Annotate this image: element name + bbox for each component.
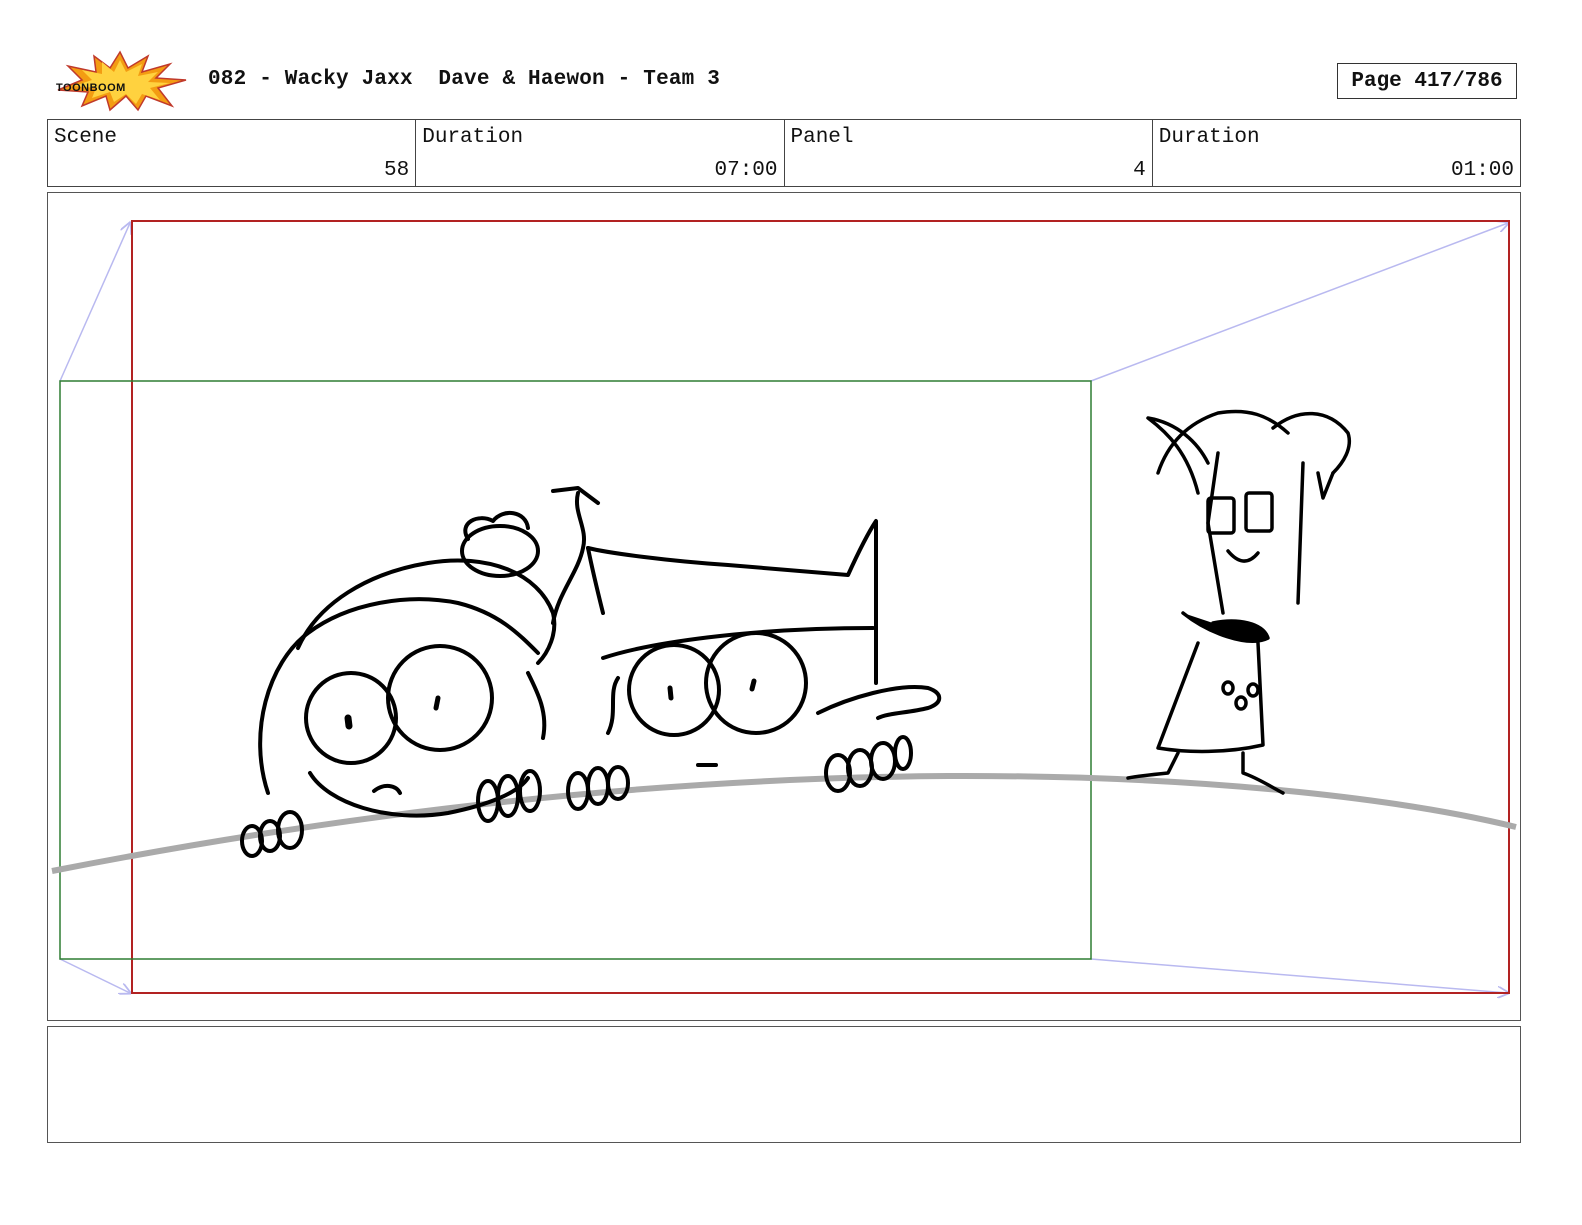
page-number: Page 417/786	[1337, 63, 1517, 99]
panel-duration-value: 01:00	[1450, 159, 1514, 182]
camera-move-arrows	[59, 223, 1508, 993]
scene-info-table: Scene 58 Duration 07:00 Panel 4 Duration…	[47, 119, 1521, 187]
scene-duration-label: Duration	[422, 126, 524, 149]
character-standing-girl	[1126, 409, 1351, 795]
storyboard-panel-frame	[47, 192, 1521, 1021]
panel-label: Panel	[790, 126, 854, 149]
ground-line	[51, 772, 1517, 874]
scene-duration-cell: Duration 07:00	[416, 120, 785, 186]
panel-duration-cell: Duration 01:00	[1153, 120, 1520, 186]
character-cat-kid	[551, 486, 942, 811]
scene-label: Scene	[54, 126, 118, 149]
panel-cell: Panel 4	[785, 120, 1153, 186]
panel-value: 4	[1133, 159, 1146, 182]
camera-start-frame	[59, 380, 1092, 960]
scene-value: 58	[384, 159, 410, 182]
toonboom-logo: TOONBOOM	[52, 50, 188, 112]
camera-end-frame	[131, 220, 1510, 994]
logo-text: TOONBOOM	[56, 82, 126, 94]
panel-duration-label: Duration	[1158, 126, 1260, 149]
document-title: 082 - Wacky Jaxx Dave & Haewon - Team 3	[208, 68, 721, 91]
scene-cell: Scene 58	[48, 120, 417, 186]
scene-duration-value: 07:00	[714, 159, 778, 182]
page-header: TOONBOOM 082 - Wacky Jaxx Dave & Haewon …	[0, 0, 1582, 115]
panel-notes	[47, 1026, 1521, 1143]
storyboard-drawing	[51, 193, 1517, 1020]
